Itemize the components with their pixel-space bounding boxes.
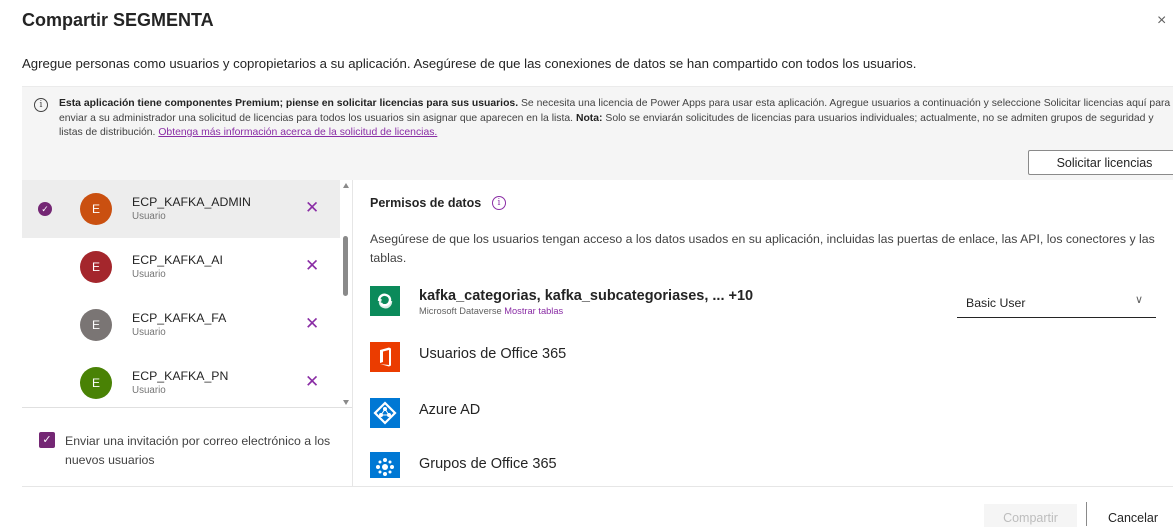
permissions-description: Asegúrese de que los usuarios tengan acc…	[370, 232, 1155, 265]
remove-user-icon[interactable]: ✕	[305, 256, 319, 276]
dataverse-label: Microsoft Dataverse	[419, 306, 502, 316]
dataverse-source-name: kafka_categorias, kafka_subcategoriases,…	[419, 288, 754, 304]
dialog-subtitle: Agregue personas como usuarios y copropi…	[22, 56, 917, 71]
user-list: ✓ E ECP_KAFKA_ADMIN Usuario ✕ E ECP_KAFK…	[22, 180, 353, 408]
share-button[interactable]: Compartir	[984, 504, 1077, 527]
user-row-ecp-kafka-fa[interactable]: E ECP_KAFKA_FA Usuario ✕	[22, 296, 340, 354]
license-info-link[interactable]: Obtenga más información acerca de la sol…	[158, 127, 437, 138]
role-select[interactable]: Basic User ∨	[957, 286, 1156, 318]
permissions-title: Permisos de datos	[370, 196, 482, 210]
notice-note-label: Nota:	[575, 112, 603, 124]
chevron-down-icon: ∨	[1135, 294, 1144, 306]
user-name: ECP_KAFKA_PN	[132, 369, 229, 383]
user-role: Usuario	[132, 385, 166, 396]
request-licenses-button[interactable]: Solicitar licencias	[1028, 150, 1173, 175]
remove-user-icon[interactable]: ✕	[305, 372, 319, 392]
azure-ad-source-name: Azure AD	[419, 402, 481, 418]
user-name: ECP_KAFKA_FA	[132, 311, 227, 325]
avatar: E	[80, 193, 112, 225]
dialog-title: Compartir SEGMENTA	[22, 10, 214, 30]
avatar: E	[80, 251, 112, 283]
notice-text: Esta aplicación tiene componentes Premiu…	[59, 97, 1171, 141]
notice-bold-lead: Esta aplicación tiene componentes Premiu…	[59, 98, 519, 109]
footer-button-separator	[1086, 502, 1087, 526]
show-tables-link[interactable]: Mostrar tablas	[504, 306, 563, 316]
role-select-value: Basic User	[966, 296, 1026, 310]
azure-ad-icon	[370, 398, 400, 428]
avatar: E	[80, 367, 112, 399]
selected-check-icon: ✓	[38, 202, 52, 216]
avatar: E	[80, 309, 112, 341]
office365-groups-source-name: Grupos de Office 365	[419, 456, 557, 472]
user-row-ecp-kafka-pn[interactable]: E ECP_KAFKA_PN Usuario ✕	[22, 354, 340, 407]
info-icon: i	[34, 98, 48, 112]
user-role: Usuario	[132, 327, 166, 338]
close-icon[interactable]: ×	[1157, 12, 1166, 30]
user-row-ecp-kafka-ai[interactable]: E ECP_KAFKA_AI Usuario ✕	[22, 238, 340, 296]
user-role: Usuario	[132, 269, 166, 280]
users-panel: ✓ E ECP_KAFKA_ADMIN Usuario ✕ E ECP_KAFK…	[22, 180, 353, 487]
cancel-button[interactable]: Cancelar	[1093, 504, 1173, 527]
office365-icon	[370, 342, 400, 372]
user-name: ECP_KAFKA_AI	[132, 253, 223, 267]
premium-notice: i Esta aplicación tiene componentes Prem…	[22, 86, 1173, 180]
dataverse-icon	[370, 286, 400, 316]
scroll-down-arrow-icon[interactable]	[343, 400, 349, 405]
office365-users-source-name: Usuarios de Office 365	[419, 346, 567, 362]
permissions-info-icon[interactable]: i	[492, 196, 506, 210]
invite-checkbox[interactable]: ✓	[39, 432, 55, 448]
user-name: ECP_KAFKA_ADMIN	[132, 195, 251, 209]
remove-user-icon[interactable]: ✕	[305, 198, 319, 218]
footer-divider	[22, 486, 1173, 487]
dataverse-source-subtitle: Microsoft Dataverse Mostrar tablas	[419, 306, 563, 316]
scroll-thumb[interactable]	[343, 236, 348, 296]
scroll-up-arrow-icon[interactable]	[343, 183, 349, 188]
user-list-scrollbar[interactable]	[342, 180, 352, 407]
user-role: Usuario	[132, 211, 166, 222]
data-permissions-panel: Permisos de datos i Asegúrese de que los…	[353, 180, 1173, 487]
user-row-ecp-kafka-admin[interactable]: ✓ E ECP_KAFKA_ADMIN Usuario ✕	[22, 180, 340, 238]
remove-user-icon[interactable]: ✕	[305, 314, 319, 334]
invite-label: Enviar una invitación por correo electró…	[65, 434, 331, 467]
